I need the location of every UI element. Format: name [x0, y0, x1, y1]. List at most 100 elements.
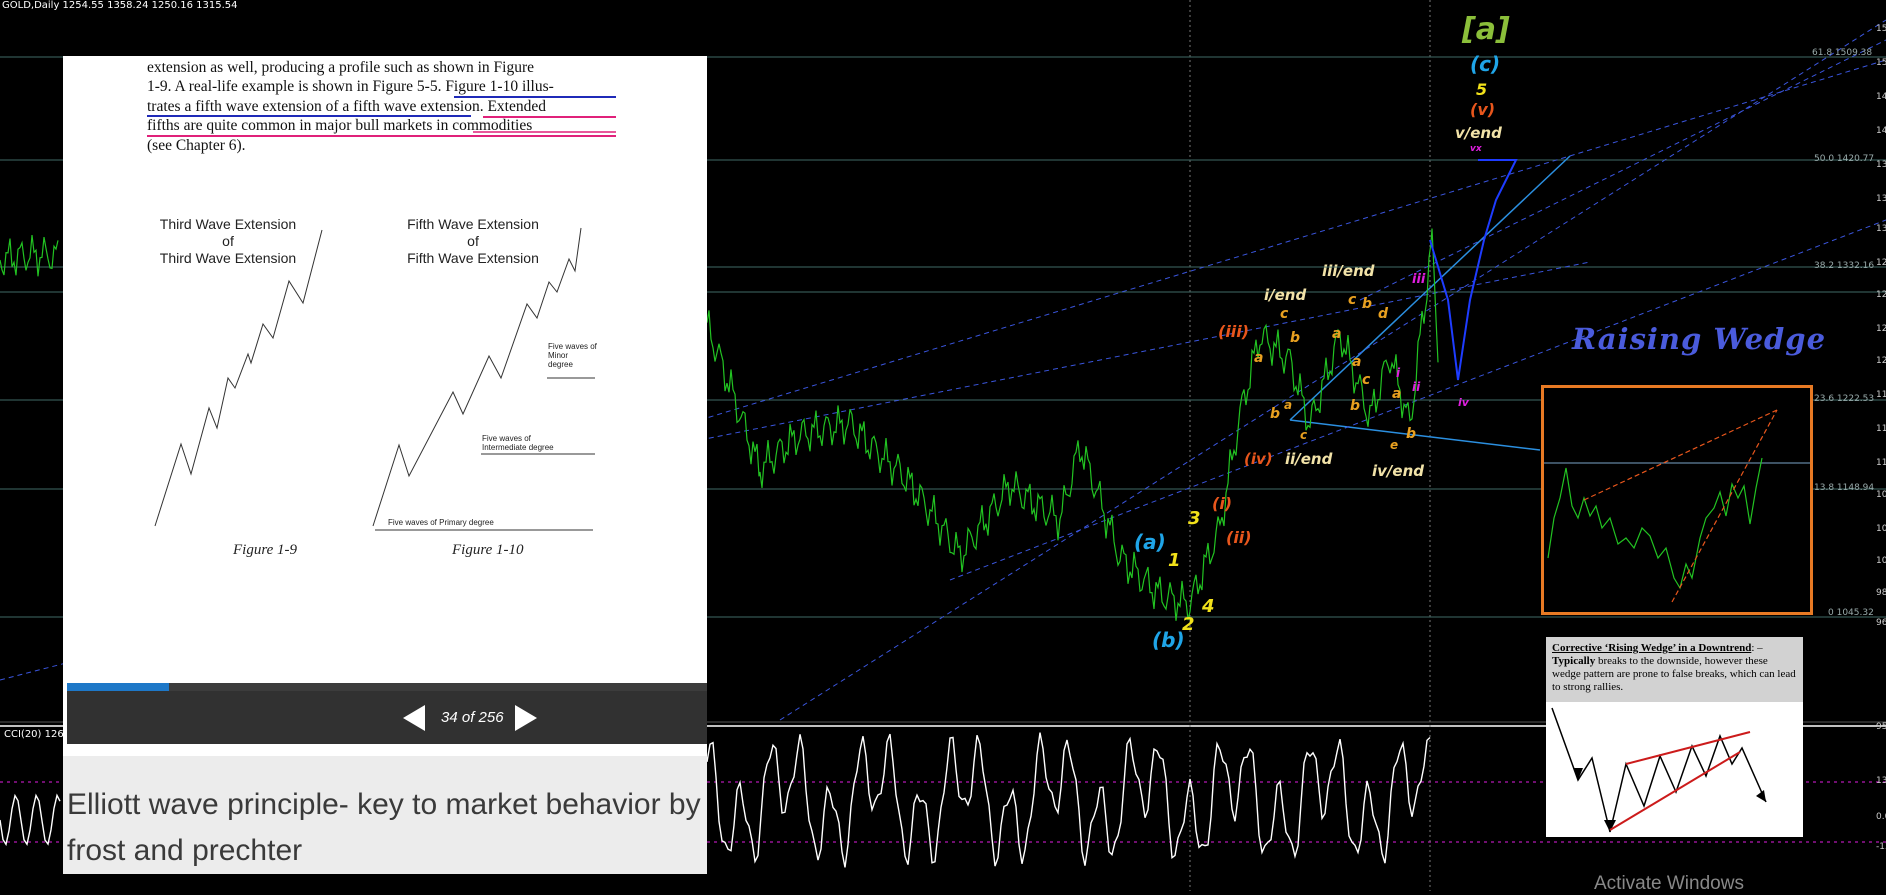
activate-windows-watermark: Activate Windows: [1594, 873, 1744, 894]
next-page-button[interactable]: [515, 705, 537, 731]
wedge-note: Corrective ‘Rising Wedge’ in a Downtrend…: [1546, 637, 1803, 702]
wedge-diagram: [1546, 702, 1803, 837]
projection-path: [1429, 159, 1518, 381]
wave-label: iii: [1412, 272, 1426, 287]
fib-label: 50.0 1420.77: [1814, 154, 1875, 164]
wave-label: (ii): [1226, 528, 1252, 547]
axis-tick: 11: [1876, 424, 1886, 434]
fib-label: 61.8 1509.38: [1812, 48, 1873, 58]
prev-page-button[interactable]: [403, 705, 425, 731]
axis-tick: 12: [1876, 258, 1886, 268]
wave-label: (i): [1212, 494, 1233, 513]
book-viewer[interactable]: extension as well, producing a profile s…: [63, 56, 707, 874]
wave-label: (c): [1470, 52, 1501, 76]
wave-label: b: [1350, 398, 1361, 414]
axis-tick: 12: [1876, 324, 1886, 334]
figure-note: Five waves of Primary degree: [388, 518, 494, 527]
progress-fill: [67, 683, 170, 691]
book-title-box: Elliott wave principle- key to market be…: [63, 756, 707, 874]
axis-tick: 12: [1876, 290, 1886, 300]
axis-tick: 13: [1876, 160, 1886, 170]
axis-tick: 15: [1876, 24, 1886, 34]
cci-series-left: [0, 793, 61, 847]
axis-tick: 13: [1876, 224, 1886, 234]
fib-label: 13.8 1148.94: [1814, 483, 1875, 493]
fib-label: 0 1045.32: [1828, 608, 1874, 618]
axis-tick: 11: [1876, 458, 1886, 468]
wave-label: a: [1284, 398, 1293, 412]
axis-tick: 0.0: [1876, 812, 1886, 822]
wave-label: 2: [1182, 614, 1195, 635]
axis-tick: 98: [1876, 588, 1886, 598]
wave-label: c: [1362, 372, 1371, 388]
note-bold: Typically: [1552, 655, 1596, 667]
wave-label: vx: [1470, 144, 1482, 154]
fib-label: 38.2 1332.16: [1814, 261, 1875, 271]
axis-tick: 15: [1876, 58, 1886, 68]
wedge-diagram-svg: [1551, 707, 1767, 833]
note-heading: Corrective ‘Rising Wedge’ in a Downtrend: [1552, 642, 1752, 654]
wave-label: [a]: [1462, 12, 1510, 47]
wave-label: b: [1290, 330, 1301, 346]
axis-tick: 134: [1876, 776, 1886, 786]
wave-label: b: [1270, 406, 1281, 422]
wave-label: 1: [1168, 550, 1181, 571]
wave-label: a: [1254, 350, 1264, 366]
price-series-left: [0, 235, 59, 277]
axis-tick: 95: [1876, 722, 1886, 732]
fib-label: 23.6 1222.53: [1814, 394, 1875, 404]
wave-label: 3: [1188, 508, 1201, 529]
wave-label: i: [1396, 366, 1401, 380]
chart-line: [699, 59, 1886, 421]
axis-tick: -134: [1876, 842, 1886, 852]
symbol-header: GOLD,Daily 1254.55 1358.24 1250.16 1315.…: [2, 0, 238, 11]
book-page: extension as well, producing a profile s…: [63, 56, 707, 683]
wedge-inset-svg: [1544, 409, 1810, 603]
wave-label: e: [1390, 438, 1399, 452]
progress-bar[interactable]: [67, 683, 707, 691]
wave-label: 4: [1202, 596, 1215, 617]
wave-label: 5: [1476, 80, 1488, 99]
wave-label: a: [1352, 354, 1362, 370]
cci-series: [706, 732, 1431, 868]
wedge-inset-chart: [1541, 385, 1813, 615]
wave-label: a: [1332, 326, 1342, 342]
axis-tick: 13: [1876, 194, 1886, 204]
figure-caption: Figure 1-9: [233, 542, 298, 558]
wave-diagrams: [154, 227, 595, 531]
wave-label: v/end: [1455, 124, 1502, 142]
wave-label: (iv): [1244, 450, 1273, 468]
wave-label: c: [1280, 306, 1289, 322]
axis-tick: 10: [1876, 524, 1886, 534]
wave-label: a: [1392, 386, 1402, 402]
wave-label: (b): [1152, 628, 1185, 652]
axis-tick: 11: [1876, 390, 1886, 400]
wave-label: c: [1300, 428, 1308, 442]
wave-label: ii/end: [1285, 450, 1333, 468]
wave-label: b: [1362, 296, 1373, 312]
axis-tick: 12: [1876, 356, 1886, 366]
axis-tick: 96: [1876, 618, 1886, 628]
wave-label: iv/end: [1372, 462, 1424, 480]
wave-label: (iii): [1218, 322, 1250, 341]
figure-note: Five waves of Intermediate degree: [482, 434, 554, 452]
figure-caption: Figure 1-10: [452, 542, 524, 558]
wave-label: (a): [1134, 530, 1166, 554]
book-title: Elliott wave principle- key to market be…: [67, 788, 701, 867]
axis-tick: 10: [1876, 490, 1886, 500]
wedge-title: Raising Wedge: [1572, 322, 1827, 356]
wave-label: d: [1378, 306, 1389, 322]
wave-label: iv: [1458, 396, 1469, 409]
figure-note: Five waves of Minor degree: [548, 342, 597, 369]
wave-label: (v): [1470, 100, 1496, 119]
axis-tick: 14: [1876, 92, 1886, 102]
wave-label: i/end: [1264, 286, 1307, 304]
chart-line: [699, 261, 1591, 441]
note-dash: : –: [1751, 642, 1763, 654]
axis-tick: 14: [1876, 126, 1886, 136]
page-counter: 34 of 256: [441, 709, 504, 726]
viewer-controls: 34 of 256: [67, 691, 707, 744]
wave-label: ii: [1412, 380, 1421, 394]
axis-tick: 10: [1876, 556, 1886, 566]
wave-label: b: [1406, 426, 1417, 442]
